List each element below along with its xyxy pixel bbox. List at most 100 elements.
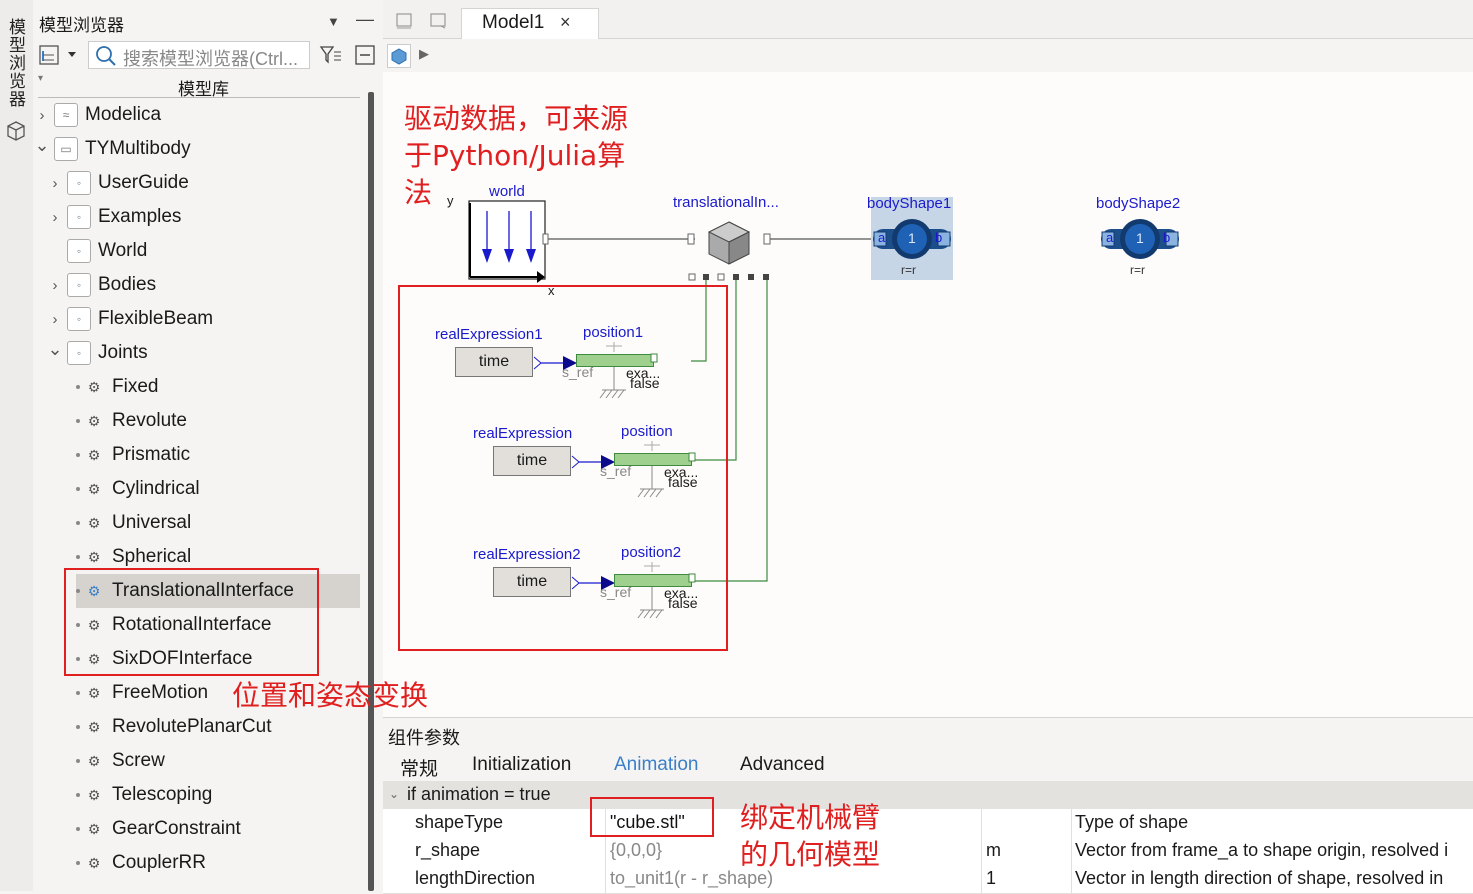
tree-item-label: World bbox=[98, 240, 148, 261]
tree-dot bbox=[76, 521, 80, 525]
close-icon[interactable]: × bbox=[560, 12, 571, 33]
tree-item-userguide[interactable]: › ◦ UserGuide bbox=[47, 166, 189, 200]
tab-model1[interactable]: Model1 × bbox=[461, 8, 599, 39]
cube-icon bbox=[7, 121, 25, 141]
param-description: Type of shape bbox=[1075, 812, 1189, 832]
body-shape1-component[interactable]: bodyShape1 a 1 b r=r bbox=[867, 195, 953, 280]
sort-chevron-icon[interactable]: ▾ bbox=[38, 73, 43, 84]
s-ref-label: s_ref bbox=[600, 463, 632, 479]
telescoping-joint-icon: ⚙ bbox=[87, 786, 101, 803]
tree-item-universal[interactable]: ⚙ Universal bbox=[76, 506, 191, 540]
chevron-right-icon[interactable]: › bbox=[47, 209, 63, 226]
chevron-right-icon[interactable]: › bbox=[47, 311, 63, 328]
real-expression-label: realExpression bbox=[473, 425, 573, 442]
param-row-r-shape[interactable]: r_shape {0,0,0} m Vector from frame_a to sh… bbox=[383, 837, 1473, 866]
tree-item-revoluteplanarcut[interactable]: ⚙ RevolutePlanarCut bbox=[76, 710, 271, 744]
group-chevron-icon[interactable]: ⌄ bbox=[389, 787, 399, 801]
tree-dot bbox=[76, 827, 80, 831]
tree-item-cylindrical[interactable]: ⚙ Cylindrical bbox=[76, 472, 200, 506]
minimize-panel-icon[interactable]: — bbox=[356, 9, 374, 30]
tree-item-telescoping[interactable]: ⚙ Telescoping bbox=[76, 778, 212, 812]
param-value-field[interactable]: {0,0,0} bbox=[610, 840, 662, 861]
param-group-row[interactable]: ⌄ if animation = true bbox=[383, 781, 1473, 810]
s-ref-label: s_ref bbox=[600, 584, 632, 600]
window-icon[interactable] bbox=[429, 12, 447, 30]
chevron-down-icon[interactable]: ⌄ bbox=[47, 339, 63, 360]
tree-item-examples[interactable]: › ◦ Examples bbox=[47, 200, 181, 234]
translational-interface-component[interactable]: translationalIn... bbox=[673, 194, 779, 287]
tree-item-label: Spherical bbox=[112, 546, 192, 567]
tree-item-label: Telescoping bbox=[112, 784, 213, 805]
pin-icon[interactable] bbox=[395, 12, 413, 30]
tree-dot bbox=[76, 759, 80, 763]
body-shape1-label: bodyShape1 bbox=[867, 195, 952, 212]
flexiblebeam-package-icon: ◦ bbox=[67, 307, 91, 331]
position-label: position2 bbox=[621, 544, 682, 561]
browser-scrollbar[interactable] bbox=[368, 92, 374, 891]
tree-item-revolute[interactable]: ⚙ Revolute bbox=[76, 404, 187, 438]
param-unit: m bbox=[986, 840, 1001, 860]
tree-item-joints[interactable]: ⌄ ◦ Joints bbox=[47, 336, 148, 370]
tab-animation[interactable]: Animation bbox=[614, 754, 699, 776]
param-name: r_shape bbox=[415, 840, 481, 860]
fixed-joint-icon: ⚙ bbox=[87, 378, 101, 395]
chevron-right-icon[interactable]: › bbox=[47, 277, 63, 294]
diagram-canvas[interactable]: 驱动数据，可来源 于Python/Julia算 法 world y x tran… bbox=[383, 72, 1473, 717]
bodies-package-icon: ◦ bbox=[67, 273, 91, 297]
world-icon bbox=[468, 200, 549, 283]
view-mode-button[interactable] bbox=[37, 42, 81, 68]
search-placeholder: 搜索模型浏览器(Ctrl... bbox=[123, 49, 298, 69]
real-expression-block[interactable]: time bbox=[493, 567, 571, 597]
tree-item-flexiblebeam[interactable]: › ◦ FlexibleBeam bbox=[47, 302, 213, 336]
tree-dot bbox=[76, 725, 80, 729]
universal-joint-icon: ⚙ bbox=[87, 514, 101, 531]
tree-item-label: Modelica bbox=[85, 104, 162, 125]
tree-item-tymultibody[interactable]: ⌄ ▭ TYMultibody bbox=[34, 132, 191, 166]
breadcrumb-chevron-icon[interactable]: ▶ bbox=[419, 46, 429, 62]
tree-item-screw[interactable]: ⚙ Screw bbox=[76, 744, 165, 778]
param-row-shapetype[interactable]: shapeType "cube.stl" Type of shape bbox=[383, 809, 1473, 838]
tab-general[interactable]: 常规 bbox=[400, 754, 438, 781]
search-input[interactable]: 搜索模型浏览器(Ctrl... bbox=[88, 41, 310, 69]
tree-item-gearconstraint[interactable]: ⚙ GearConstraint bbox=[76, 812, 241, 846]
model-browser-side-tab[interactable]: 模型浏览器 bbox=[0, 0, 34, 891]
tree-item-fixed[interactable]: ⚙ Fixed bbox=[76, 370, 158, 404]
false-label: false bbox=[668, 595, 698, 611]
tree-item-label: Examples bbox=[98, 206, 182, 227]
tree-item-modelica[interactable]: › ≈ Modelica bbox=[34, 98, 161, 132]
revolute-joint-icon: ⚙ bbox=[87, 412, 101, 429]
interface-highlight-box bbox=[64, 568, 319, 676]
tab-initialization[interactable]: Initialization bbox=[472, 754, 571, 776]
filter-icon[interactable] bbox=[319, 44, 343, 66]
tree-item-label: UserGuide bbox=[98, 172, 189, 193]
tree-item-label: GearConstraint bbox=[112, 818, 241, 839]
tree-dot bbox=[76, 555, 80, 559]
body-shape2-component[interactable]: bodyShape2 a 1 b r=r bbox=[1096, 195, 1181, 280]
couplerrr-joint-icon: ⚙ bbox=[87, 854, 101, 871]
tab-advanced[interactable]: Advanced bbox=[740, 754, 825, 776]
param-name: shapeType bbox=[415, 812, 504, 832]
chevron-down-icon[interactable]: ⌄ bbox=[34, 135, 50, 156]
chevron-right-icon[interactable]: › bbox=[34, 107, 50, 124]
tree-dot bbox=[76, 861, 80, 865]
panel-menu-chevron-icon[interactable]: ▼ bbox=[327, 14, 340, 29]
model-root-button[interactable] bbox=[387, 44, 411, 68]
tree-item-prismatic[interactable]: ⚙ Prismatic bbox=[76, 438, 190, 472]
param-row-lengthdirection[interactable]: lengthDirection to_unit1(r - r_shape) 1 Vec… bbox=[383, 865, 1473, 894]
tree-item-bodies[interactable]: › ◦ Bodies bbox=[47, 268, 156, 302]
real-expression-block[interactable]: time bbox=[493, 446, 571, 476]
chevron-right-icon[interactable]: › bbox=[47, 175, 63, 192]
body-shape-number: 1 bbox=[908, 230, 916, 246]
body-shape2-label: bodyShape2 bbox=[1096, 195, 1181, 212]
world-package-icon: ◦ bbox=[67, 239, 91, 263]
real-expression-block[interactable]: time bbox=[455, 347, 533, 377]
param-unit: 1 bbox=[986, 868, 997, 888]
tree-item-freemotion[interactable]: ⚙ FreeMotion bbox=[76, 676, 208, 710]
tree-item-couplerrr[interactable]: ⚙ CouplerRR bbox=[76, 846, 206, 880]
tree-dot bbox=[76, 453, 80, 457]
body-shape1-param: r=r bbox=[901, 263, 916, 277]
real-expression-value: time bbox=[516, 573, 548, 590]
tree-item-world[interactable]: ◦ World bbox=[47, 234, 147, 268]
world-component[interactable]: world y x bbox=[447, 183, 557, 298]
collapse-all-icon[interactable] bbox=[355, 44, 375, 66]
